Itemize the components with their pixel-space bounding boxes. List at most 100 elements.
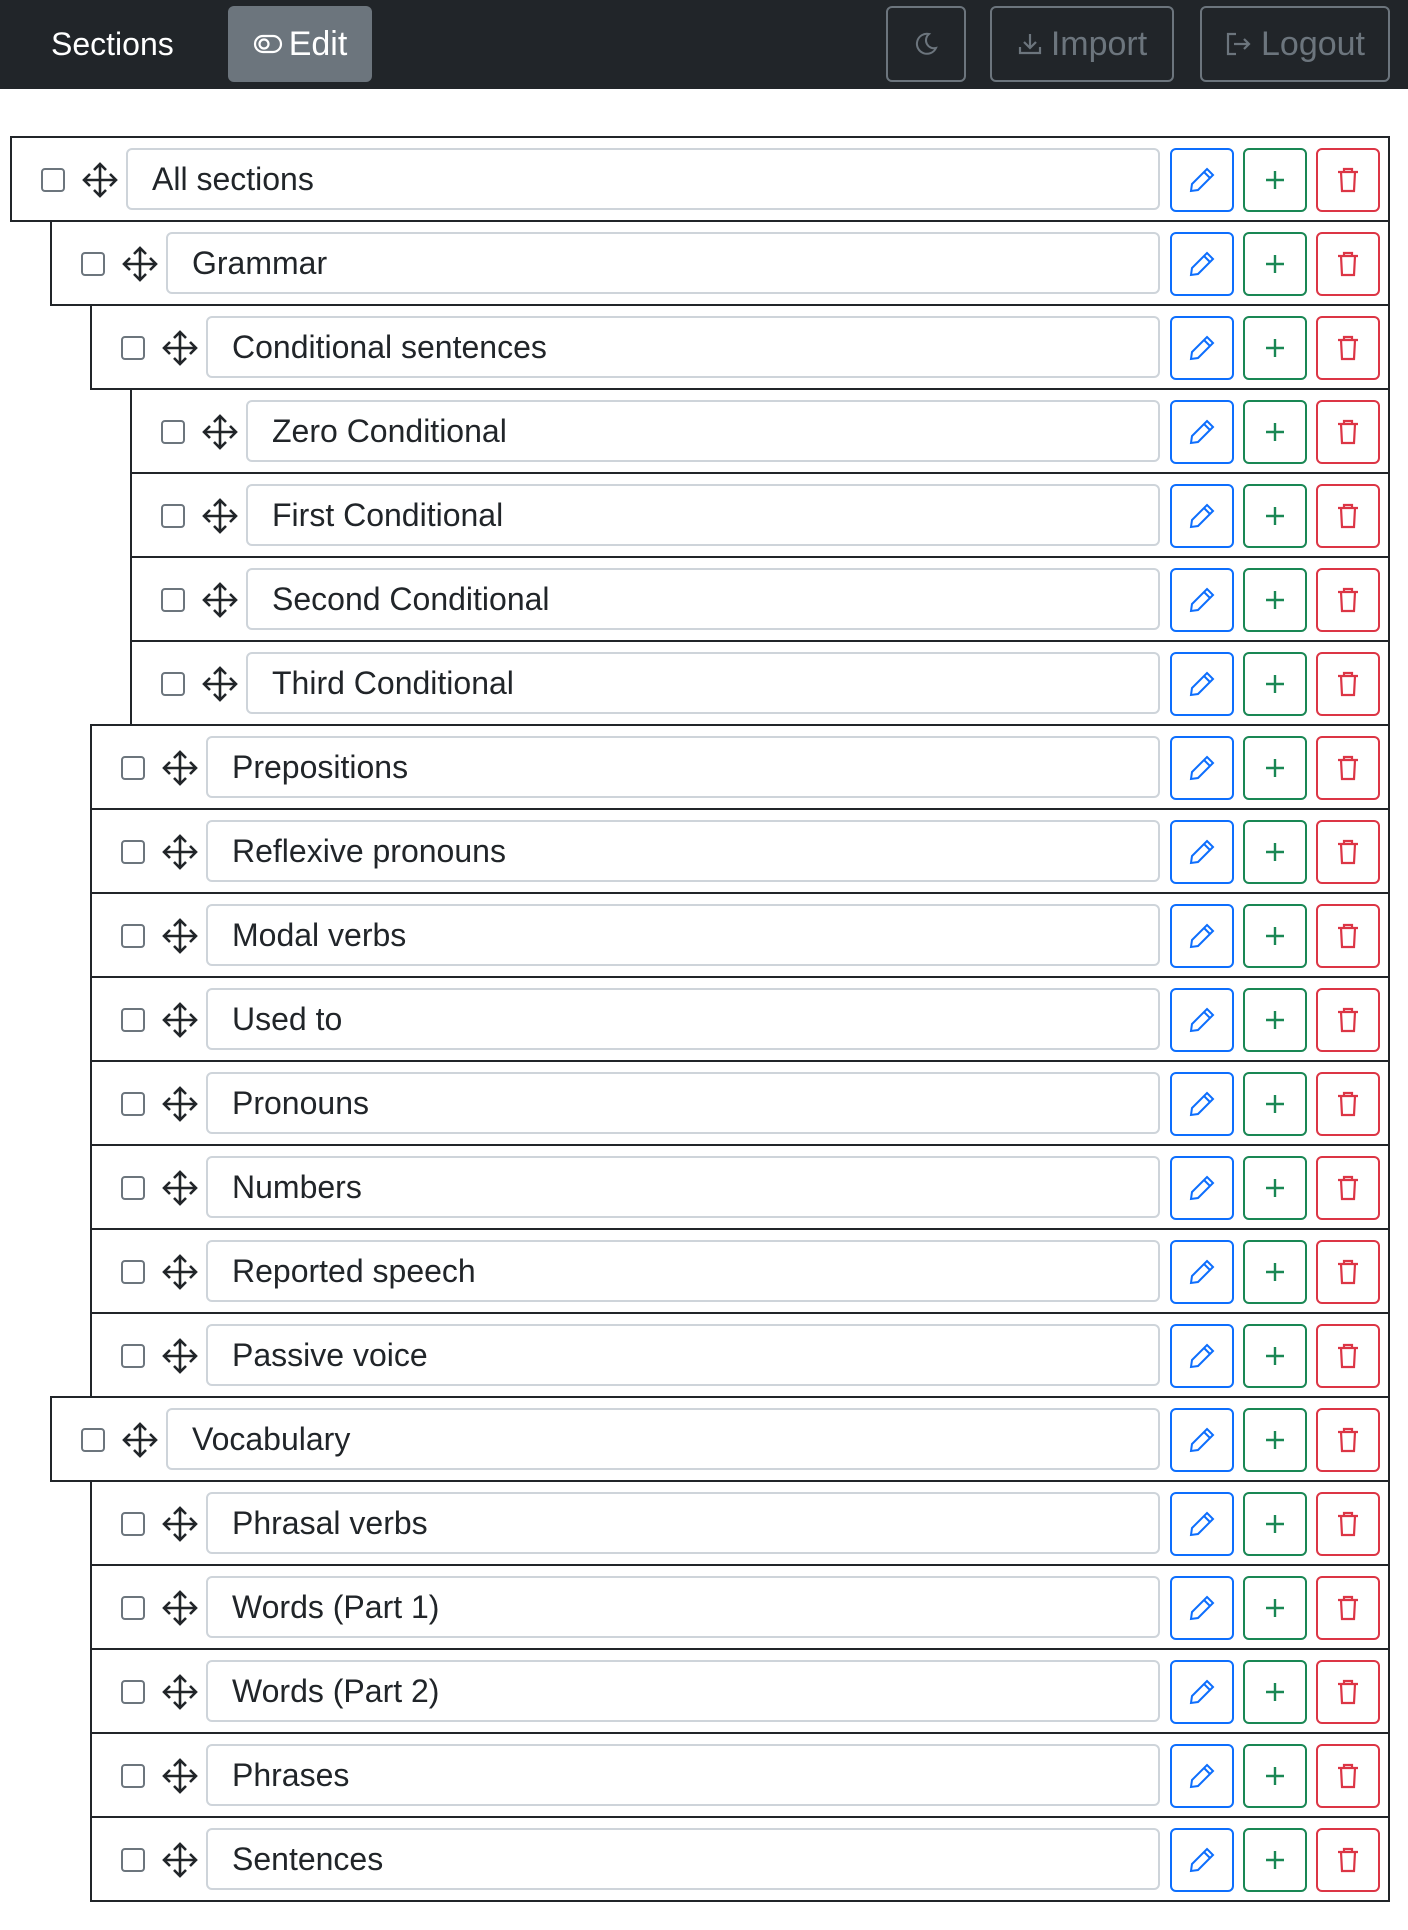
drag-handle-icon[interactable] (160, 1336, 200, 1376)
add-subsection-button[interactable] (1243, 568, 1307, 632)
add-subsection-button[interactable] (1243, 652, 1307, 716)
drag-handle-icon[interactable] (160, 1672, 200, 1712)
drag-handle-icon[interactable] (160, 1756, 200, 1796)
edit-section-button[interactable] (1170, 148, 1234, 212)
delete-section-button[interactable] (1316, 1576, 1380, 1640)
add-subsection-button[interactable] (1243, 1324, 1307, 1388)
section-checkbox[interactable] (121, 756, 145, 780)
drag-handle-icon[interactable] (200, 412, 240, 452)
edit-section-button[interactable] (1170, 1828, 1234, 1892)
delete-section-button[interactable] (1316, 988, 1380, 1052)
add-subsection-button[interactable] (1243, 1408, 1307, 1472)
section-checkbox[interactable] (121, 1176, 145, 1200)
edit-section-button[interactable] (1170, 1240, 1234, 1304)
delete-section-button[interactable] (1316, 1492, 1380, 1556)
drag-handle-icon[interactable] (80, 160, 120, 200)
section-checkbox[interactable] (121, 1848, 145, 1872)
section-row[interactable]: Reported speech (90, 1228, 1390, 1314)
section-row[interactable]: Third Conditional (130, 640, 1390, 726)
section-name-field[interactable]: Reflexive pronouns (206, 820, 1160, 882)
section-checkbox[interactable] (161, 672, 185, 696)
drag-handle-icon[interactable] (160, 1504, 200, 1544)
add-subsection-button[interactable] (1243, 400, 1307, 464)
drag-handle-icon[interactable] (160, 1252, 200, 1292)
section-row[interactable]: Prepositions (90, 724, 1390, 810)
section-row[interactable]: Numbers (90, 1144, 1390, 1230)
delete-section-button[interactable] (1316, 904, 1380, 968)
section-row[interactable]: Used to (90, 976, 1390, 1062)
delete-section-button[interactable] (1316, 820, 1380, 884)
theme-toggle-button[interactable] (886, 6, 966, 82)
drag-handle-icon[interactable] (160, 748, 200, 788)
drag-handle-icon[interactable] (160, 1000, 200, 1040)
section-row[interactable]: All sections (10, 136, 1390, 222)
drag-handle-icon[interactable] (120, 1420, 160, 1460)
add-subsection-button[interactable] (1243, 1072, 1307, 1136)
delete-section-button[interactable] (1316, 1240, 1380, 1304)
delete-section-button[interactable] (1316, 1072, 1380, 1136)
section-row[interactable]: Phrasal verbs (90, 1480, 1390, 1566)
section-row[interactable]: Pronouns (90, 1060, 1390, 1146)
drag-handle-icon[interactable] (160, 916, 200, 956)
edit-section-button[interactable] (1170, 1492, 1234, 1556)
delete-section-button[interactable] (1316, 1408, 1380, 1472)
drag-handle-icon[interactable] (200, 580, 240, 620)
navbar-brand[interactable]: Sections (51, 22, 174, 66)
edit-section-button[interactable] (1170, 400, 1234, 464)
section-row[interactable]: Passive voice (90, 1312, 1390, 1398)
section-checkbox[interactable] (41, 168, 65, 192)
section-name-field[interactable]: Third Conditional (246, 652, 1160, 714)
add-subsection-button[interactable] (1243, 1240, 1307, 1304)
section-row[interactable]: Phrases (90, 1732, 1390, 1818)
edit-section-button[interactable] (1170, 652, 1234, 716)
edit-section-button[interactable] (1170, 568, 1234, 632)
drag-handle-icon[interactable] (160, 328, 200, 368)
drag-handle-icon[interactable] (200, 496, 240, 536)
section-name-field[interactable]: Pronouns (206, 1072, 1160, 1134)
section-name-field[interactable]: Modal verbs (206, 904, 1160, 966)
section-checkbox[interactable] (161, 588, 185, 612)
add-subsection-button[interactable] (1243, 1828, 1307, 1892)
section-checkbox[interactable] (121, 1764, 145, 1788)
section-name-field[interactable]: Prepositions (206, 736, 1160, 798)
section-checkbox[interactable] (161, 504, 185, 528)
section-row[interactable]: Conditional sentences (90, 304, 1390, 390)
section-checkbox[interactable] (121, 1008, 145, 1032)
section-row[interactable]: Words (Part 1) (90, 1564, 1390, 1650)
add-subsection-button[interactable] (1243, 484, 1307, 548)
section-row[interactable]: Zero Conditional (130, 388, 1390, 474)
section-row[interactable]: Vocabulary (50, 1396, 1390, 1482)
drag-handle-icon[interactable] (160, 1840, 200, 1880)
section-name-field[interactable]: Words (Part 1) (206, 1576, 1160, 1638)
delete-section-button[interactable] (1316, 568, 1380, 632)
section-name-field[interactable]: Passive voice (206, 1324, 1160, 1386)
add-subsection-button[interactable] (1243, 1744, 1307, 1808)
section-row[interactable]: Grammar (50, 220, 1390, 306)
section-name-field[interactable]: Words (Part 2) (206, 1660, 1160, 1722)
section-row[interactable]: Reflexive pronouns (90, 808, 1390, 894)
delete-section-button[interactable] (1316, 1156, 1380, 1220)
logout-button[interactable]: Logout (1200, 6, 1390, 82)
add-subsection-button[interactable] (1243, 148, 1307, 212)
edit-section-button[interactable] (1170, 904, 1234, 968)
edit-section-button[interactable] (1170, 988, 1234, 1052)
edit-section-button[interactable] (1170, 1744, 1234, 1808)
drag-handle-icon[interactable] (160, 1588, 200, 1628)
section-name-field[interactable]: Vocabulary (166, 1408, 1160, 1470)
edit-section-button[interactable] (1170, 1072, 1234, 1136)
edit-section-button[interactable] (1170, 484, 1234, 548)
section-checkbox[interactable] (81, 1428, 105, 1452)
section-name-field[interactable]: Reported speech (206, 1240, 1160, 1302)
delete-section-button[interactable] (1316, 484, 1380, 548)
section-row[interactable]: Second Conditional (130, 556, 1390, 642)
delete-section-button[interactable] (1316, 736, 1380, 800)
section-checkbox[interactable] (121, 1344, 145, 1368)
section-name-field[interactable]: Second Conditional (246, 568, 1160, 630)
section-name-field[interactable]: First Conditional (246, 484, 1160, 546)
delete-section-button[interactable] (1316, 232, 1380, 296)
section-name-field[interactable]: Used to (206, 988, 1160, 1050)
section-checkbox[interactable] (121, 840, 145, 864)
add-subsection-button[interactable] (1243, 736, 1307, 800)
edit-section-button[interactable] (1170, 820, 1234, 884)
drag-handle-icon[interactable] (120, 244, 160, 284)
